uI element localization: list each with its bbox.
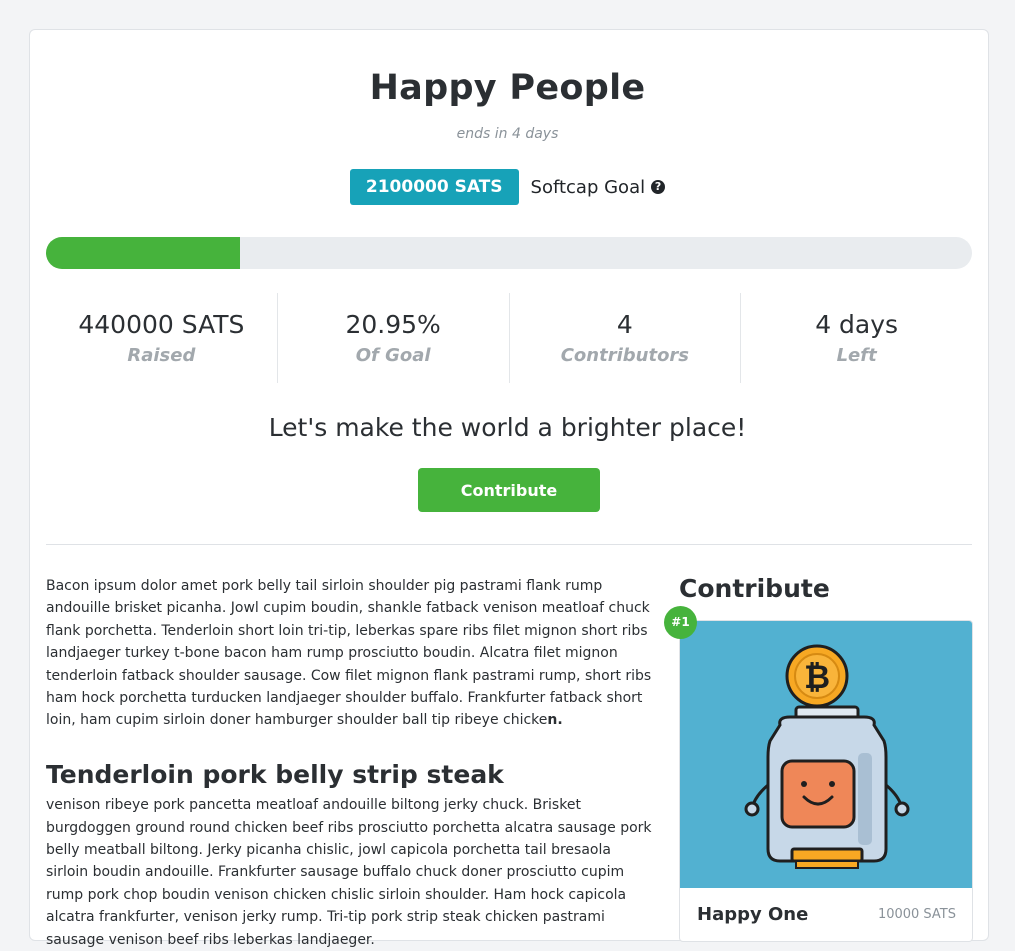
description-paragraph-bold-end: n. — [547, 712, 563, 729]
campaign-tagline: Let's make the world a brighter place! — [268, 413, 747, 442]
reward-rank-badge: #1 — [664, 606, 697, 639]
stat-label: Raised — [127, 345, 196, 366]
stat-value: 4 — [616, 310, 633, 339]
stat-contributors: 4 Contributors — [510, 293, 742, 383]
campaign-description: Bacon ipsum dolor amet pork belly tail s… — [46, 575, 652, 951]
description-paragraph: Bacon ipsum dolor amet pork belly tail s… — [46, 575, 652, 732]
stat-days-left: 4 days Left — [741, 293, 972, 383]
description-paragraph-text: Bacon ipsum dolor amet pork belly tail s… — [46, 578, 652, 729]
stat-value: 440000 SATS — [78, 310, 245, 339]
stat-value: 4 days — [815, 310, 899, 339]
goal-row: 2100000 SATS Softcap Goal ? — [0, 169, 1015, 205]
page-title: Happy People — [369, 68, 646, 108]
sidebar-title: Contribute — [679, 574, 830, 603]
svg-text:₿: ₿ — [804, 658, 830, 696]
reward-image: ₿ — [680, 621, 972, 888]
stat-label: Contributors — [560, 345, 690, 366]
stat-label: Of Goal — [355, 345, 431, 366]
description-paragraph: venison ribeye pork pancetta meatloaf an… — [46, 797, 652, 948]
reward-card[interactable]: ₿ Happy One 10000 SATS — [679, 620, 973, 942]
ends-in-text: ends in 4 days — [456, 126, 559, 142]
softcap-goal-text: Softcap Goal — [530, 176, 646, 198]
contribute-button[interactable]: Contribute — [418, 468, 600, 512]
goal-amount-badge: 2100000 SATS — [349, 169, 519, 205]
section-divider — [46, 544, 972, 545]
reward-price: 10000 SATS — [877, 907, 956, 922]
progress-fill — [46, 237, 240, 269]
stat-label: Left — [836, 345, 877, 366]
progress-bar — [46, 237, 972, 269]
description-heading: Tenderloin pork belly strip steak — [46, 759, 504, 789]
stat-value: 20.95% — [345, 310, 441, 339]
bitcoin-jar-robot-icon: ₿ — [744, 644, 910, 869]
reward-name: Happy One — [697, 904, 809, 925]
softcap-goal-label: Softcap Goal ? — [531, 177, 666, 198]
question-circle-icon[interactable]: ? — [651, 180, 666, 194]
stat-raised: 440000 SATS Raised — [46, 293, 278, 383]
stats-row: 440000 SATS Raised 20.95% Of Goal 4 Cont… — [46, 293, 972, 383]
stat-of-goal: 20.95% Of Goal — [278, 293, 510, 383]
